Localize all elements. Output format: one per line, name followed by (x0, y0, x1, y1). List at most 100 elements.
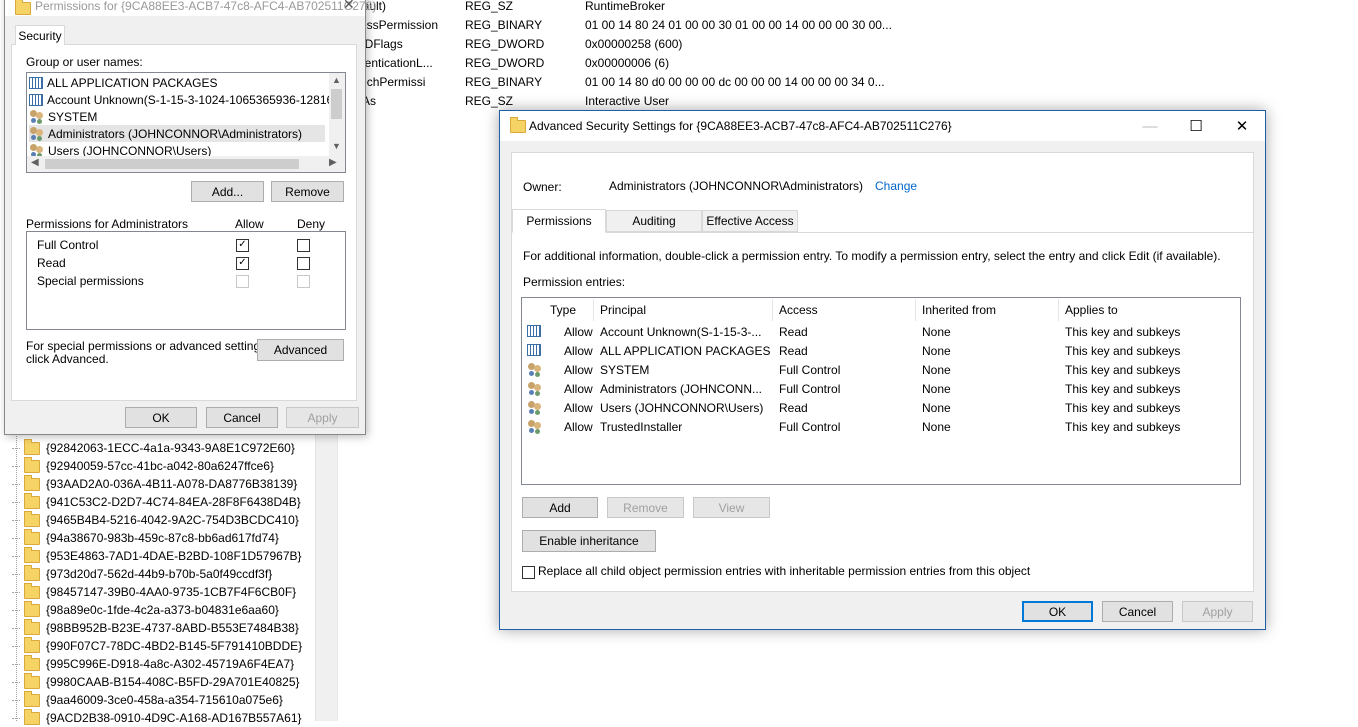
tree-key-item[interactable]: {94a38670-983b-459c-87c8-bb6ad617fd74} (12, 528, 279, 547)
tree-key-item[interactable]: {98a89e0c-1fde-4c2a-a373-b04831e6aa60} (12, 600, 279, 619)
entry-inherited: None (922, 362, 951, 377)
permission-entry-row[interactable]: Allow SYSTEM Full Control None This key and … (523, 360, 1239, 379)
scroll-left-icon[interactable]: ◀ (31, 157, 39, 168)
tree-vertical-scrollbar[interactable] (315, 428, 337, 721)
info-text: For additional information, double-click… (523, 249, 1221, 263)
replace-child-permissions-checkbox[interactable] (522, 566, 535, 579)
registry-value-type: REG_SZ (465, 93, 514, 108)
tab-permissions[interactable]: Permissions (512, 209, 606, 233)
add-entry-button[interactable]: Add (522, 497, 598, 518)
tree-key-item[interactable]: {92940059-57cc-41bc-a042-80a6247ffce6} (12, 456, 274, 475)
entry-access: Full Control (779, 419, 841, 434)
registry-value-data: 0x00000258 (600) (585, 36, 683, 51)
minimize-icon[interactable]: — (1127, 111, 1173, 141)
tree-key-item[interactable]: {93AAD2A0-036A-4B11-A078-DA8776B38139} (12, 474, 298, 493)
scroll-down-icon[interactable]: ▼ (332, 141, 341, 151)
close-icon[interactable]: ✕ (343, 0, 355, 13)
registry-value-row[interactable]: AuthenticationL... REG_DWORD 0x00000006 (6… (340, 53, 885, 72)
hscroll-thumb[interactable] (45, 159, 299, 169)
registry-value-row[interactable]: LaunchPermissi REG_BINARY 01 00 14 80 d0 0… (340, 72, 885, 91)
column-header-type[interactable]: Type (544, 299, 594, 321)
permission-entry-row[interactable]: Allow Users (JOHNCONNOR\Users) Read None Thi… (523, 398, 1239, 417)
permission-entries-table[interactable]: Type Principal Access Inherited from App… (521, 297, 1241, 485)
cancel-button[interactable]: Cancel (1102, 601, 1173, 622)
tree-key-item[interactable]: {941C53C2-D2D7-4C74-84EA-28F8F6438D4B} (12, 492, 301, 511)
ok-button[interactable]: OK (1022, 601, 1093, 622)
folder-icon (24, 672, 40, 689)
group-user-listbox[interactable]: ALL APPLICATION PACKAGES Account Unknown(… (26, 72, 346, 173)
entry-access: Full Control (779, 381, 841, 396)
tab-effective-access[interactable]: Effective Access (702, 210, 798, 232)
tree-key-item[interactable]: {973d20d7-562d-44b9-b70b-5a0f49ccdf3f} (12, 564, 272, 583)
group-list-item[interactable]: Administrators (JOHNCONNOR\Administrator… (29, 125, 325, 142)
enable-inheritance-button[interactable]: Enable inheritance (522, 530, 656, 552)
tree-key-item[interactable]: {9aa46009-3ce0-458a-a354-715610a075e6} (12, 690, 283, 709)
view-entry-button[interactable]: View (693, 497, 770, 518)
add-button[interactable]: Add... (191, 181, 264, 202)
tree-key-label: {995C996E-D918-4a8c-A302-45719A6F4EA7} (46, 657, 295, 671)
column-header-access[interactable]: Access (773, 299, 916, 321)
registry-value-row[interactable]: AppIDFlags REG_DWORD 0x00000258 (600) (340, 34, 885, 53)
apply-button[interactable]: Apply (1182, 601, 1253, 622)
advanced-button[interactable]: Advanced (257, 339, 344, 361)
group-list-item[interactable]: Account Unknown(S-1-15-3-1024-1065365936… (29, 91, 345, 108)
cancel-button[interactable]: Cancel (206, 407, 278, 428)
entry-applies: This key and subkeys (1065, 419, 1181, 434)
permission-deny-checkbox[interactable] (297, 239, 310, 252)
group-list-item[interactable]: SYSTEM (29, 108, 97, 125)
remove-button[interactable]: Remove (271, 181, 344, 202)
registry-value-row[interactable]: AccessPermission REG_BINARY 01 00 14 80 24… (340, 15, 892, 34)
folder-icon (24, 564, 40, 581)
tree-key-item[interactable]: {9465B4B4-5216-4042-9A2C-754D3BCDC410} (12, 510, 299, 529)
users-icon (29, 127, 45, 140)
registry-value-row[interactable]: (Default)REG_SZRuntimeBroker (340, 0, 885, 15)
allow-column-header: Allow (235, 217, 264, 231)
scroll-up-icon[interactable]: ▲ (332, 75, 341, 85)
tree-key-item[interactable]: {953E4863-7AD1-4DAE-B2BD-108F1D57967B} (12, 546, 302, 565)
entry-applies: This key and subkeys (1065, 343, 1181, 358)
scroll-thumb[interactable] (331, 89, 342, 119)
maximize-icon[interactable]: ☐ (1173, 111, 1219, 141)
permission-entry-row[interactable]: Allow TrustedInstaller Full Control None Thi… (523, 417, 1239, 436)
permission-entry-row[interactable]: Allow ALL APPLICATION PACKAGES Read None Thi… (523, 341, 1239, 360)
tree-key-item[interactable]: {98BB952B-B23E-4737-8ABD-B553E7484B38} (12, 618, 299, 637)
ok-button[interactable]: OK (125, 407, 197, 428)
tree-key-item[interactable]: {9ACD2B38-0910-4D9C-A168-AD167B557A61} (12, 708, 302, 727)
package-group-icon (527, 344, 541, 356)
folder-icon (24, 438, 40, 455)
permission-name: Special permissions (37, 274, 144, 288)
group-list-horizontal-scrollbar[interactable]: ◀ ▶ (27, 156, 345, 172)
column-header-inherited-from[interactable]: Inherited from (916, 299, 1059, 321)
permission-entry-row[interactable]: Allow Administrators (JOHNCONN... Full Con… (523, 379, 1239, 398)
folder-icon (24, 528, 40, 545)
tree-key-item[interactable]: {995C996E-D918-4a8c-A302-45719A6F4EA7} (12, 654, 295, 673)
permission-entry-row[interactable]: Allow Account Unknown(S-1-15-3-... Read Non… (523, 322, 1239, 341)
tree-key-item[interactable]: {98457147-39B0-4AA0-9735-1CB7F4F6CB0F} (12, 582, 296, 601)
column-header-principal[interactable]: Principal (594, 299, 773, 321)
scroll-right-icon[interactable]: ▶ (329, 157, 337, 168)
tree-key-item[interactable]: {990F07C7-78DC-4BD2-B145-5F791410BDDE} (12, 636, 302, 655)
column-header-applies-to[interactable]: Applies to (1059, 299, 1239, 321)
package-group-icon (29, 76, 43, 89)
apply-button[interactable]: Apply (286, 407, 359, 428)
permission-allow-checkbox[interactable]: ✓ (236, 239, 249, 252)
change-owner-link[interactable]: Change (875, 179, 917, 193)
permission-allow-checkbox[interactable]: ✓ (236, 257, 249, 270)
group-list-item[interactable]: ALL APPLICATION PACKAGES (29, 74, 218, 91)
permission-deny-checkbox[interactable] (297, 275, 310, 288)
remove-entry-button[interactable]: Remove (607, 497, 684, 518)
registry-value-data: 01 00 14 80 d0 00 00 00 dc 00 00 00 14 0… (585, 74, 885, 89)
close-icon[interactable]: ✕ (1219, 111, 1265, 141)
tree-key-item[interactable]: {9980CAAB-B154-408C-B5FD-29A701E40825} (12, 672, 300, 691)
tree-key-label: {93AAD2A0-036A-4B11-A078-DA8776B38139} (46, 477, 298, 491)
permission-allow-checkbox[interactable] (236, 275, 249, 288)
group-list-vertical-scrollbar[interactable]: ▲ ▼ (329, 73, 345, 156)
tab-security[interactable]: Security (15, 25, 65, 45)
registry-value-row[interactable]: RunAsREG_SZInteractive User (340, 91, 885, 110)
tree-key-item[interactable]: {92842063-1ECC-4a1a-9343-9A8E1C972E60} (12, 438, 295, 457)
tab-auditing[interactable]: Auditing (606, 210, 702, 232)
entry-access: Read (779, 324, 808, 339)
permissions-for-label: Permissions for Administrators (26, 217, 189, 231)
permission-deny-checkbox[interactable] (297, 257, 310, 270)
tree-connector (12, 681, 20, 683)
